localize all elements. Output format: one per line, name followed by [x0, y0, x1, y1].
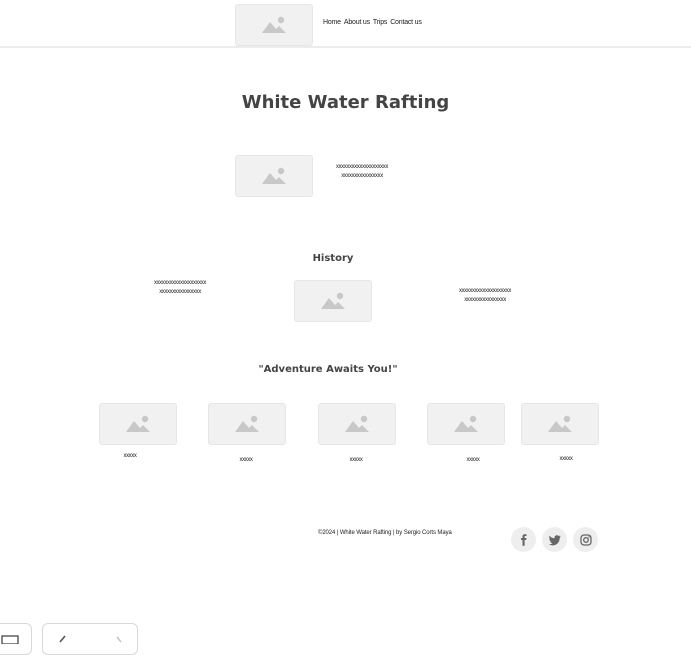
site-logo[interactable] — [235, 4, 313, 46]
bottom-navigation-tab[interactable] — [42, 623, 138, 655]
instagram-icon — [579, 533, 592, 546]
instagram-link[interactable] — [573, 527, 598, 552]
hero-text: xxxxxxxxxxxxxxxxxxxx xxxxxxxxxxxxxxxx — [318, 163, 406, 181]
image-placeholder-icon — [262, 16, 286, 33]
twitter-link[interactable] — [542, 527, 567, 552]
adventure-card-caption: xxxxx — [239, 457, 253, 463]
history-text-line: xxxxxxxxxxxxxxxx — [159, 289, 201, 295]
adventure-card-image[interactable] — [521, 403, 599, 445]
hero-text-line: xxxxxxxxxxxxxxxx — [341, 173, 383, 179]
main-nav: Home About us Trips Contact us — [323, 19, 422, 26]
history-text-line: xxxxxxxxxxxxxxxxxxxx — [458, 288, 511, 294]
header-divider — [0, 46, 691, 48]
nav-trips-link[interactable]: Trips — [373, 19, 388, 26]
image-placeholder-icon — [235, 415, 259, 432]
nav-about-link[interactable]: About us — [344, 19, 370, 26]
footer-copyright: ©2024 | White Water Rafting | by Sergio … — [318, 530, 452, 536]
adventure-card-caption: xxxxx — [349, 457, 363, 463]
image-placeholder-icon — [345, 415, 369, 432]
adventure-card-image[interactable] — [99, 403, 177, 445]
facebook-icon — [520, 533, 526, 546]
image-placeholder-icon — [548, 415, 572, 432]
image-placeholder-icon — [321, 292, 345, 309]
history-image — [294, 280, 372, 322]
twitter-icon — [548, 534, 561, 545]
nav-contact-link[interactable]: Contact us — [390, 19, 422, 26]
hero-text-line: xxxxxxxxxxxxxxxxxxxx — [335, 164, 388, 170]
history-text-left: xxxxxxxxxxxxxxxxxxxx xxxxxxxxxxxxxxxx — [136, 279, 224, 297]
adventure-heading: "Adventure Awaits You!" — [258, 364, 398, 375]
hero-image — [235, 155, 313, 197]
nav-home-link[interactable]: Home — [323, 19, 341, 26]
history-text-line: xxxxxxxxxxxxxxxx — [464, 297, 506, 303]
adventure-card-caption: xxxxx — [466, 457, 480, 463]
adventure-card-caption: xxxxx — [559, 456, 573, 462]
adventure-card-caption: xxxxx — [123, 453, 137, 459]
image-placeholder-icon — [262, 167, 286, 184]
bottom-panel-tab[interactable] — [0, 623, 32, 655]
adventure-card-image[interactable] — [318, 403, 396, 445]
history-text-right: xxxxxxxxxxxxxxxxxxxx xxxxxxxxxxxxxxxx — [441, 287, 529, 305]
image-placeholder-icon — [126, 415, 150, 432]
adventure-card-image[interactable] — [208, 403, 286, 445]
history-heading: History — [312, 253, 354, 264]
history-text-line: xxxxxxxxxxxxxxxxxxxx — [153, 280, 206, 286]
page-title: White Water Rafting — [241, 92, 450, 113]
image-placeholder-icon — [454, 415, 478, 432]
facebook-link[interactable] — [511, 527, 536, 552]
adventure-card-image[interactable] — [427, 403, 505, 445]
